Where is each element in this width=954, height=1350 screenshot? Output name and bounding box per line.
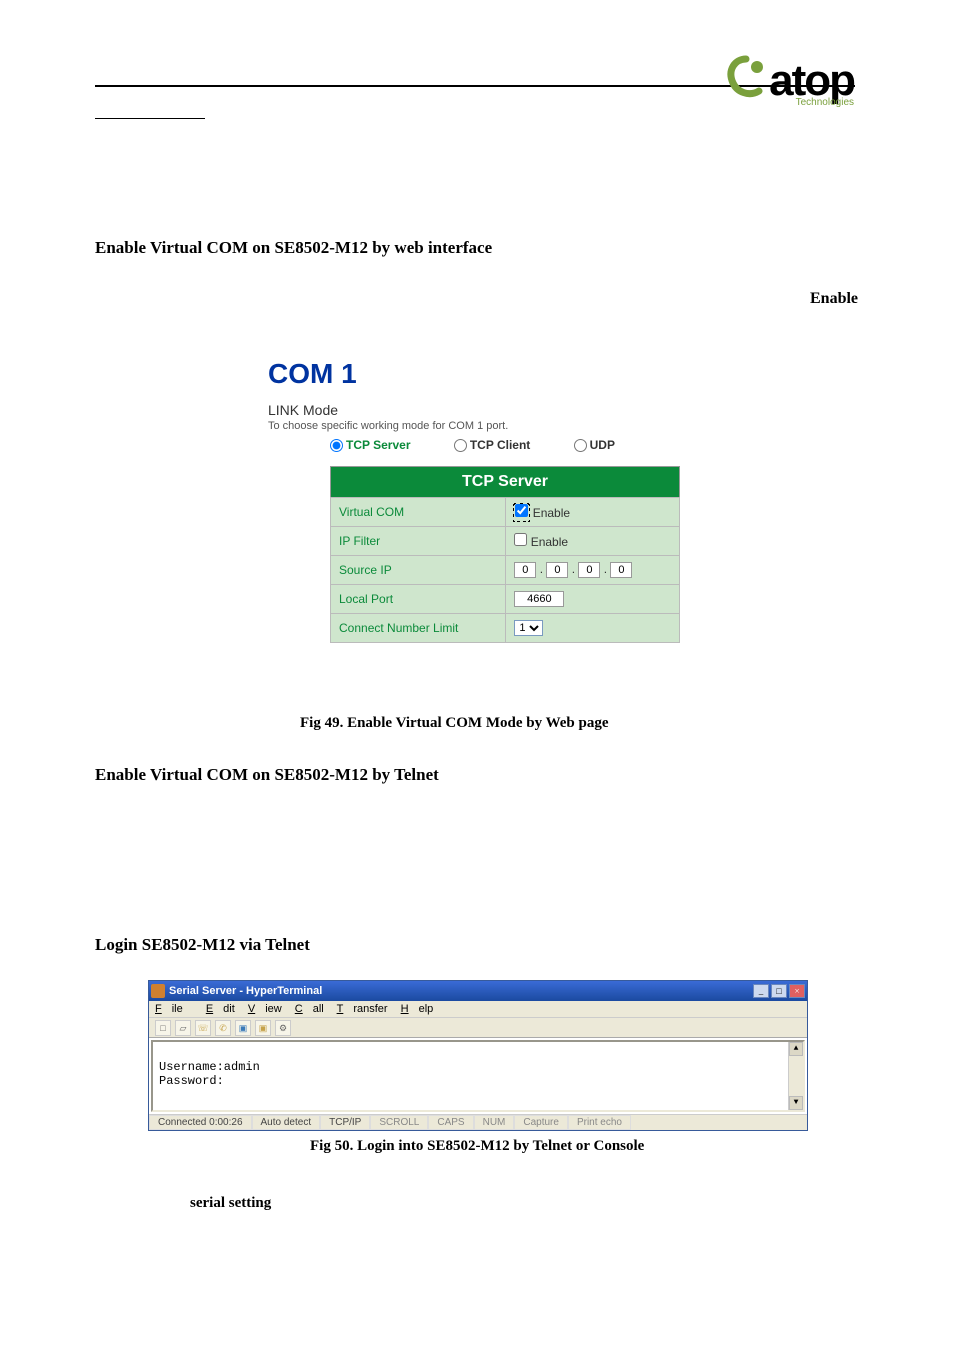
properties-icon[interactable]: ⚙ — [275, 1020, 291, 1036]
table-row: Virtual COM Enable — [331, 498, 680, 527]
menu-file[interactable]: File — [155, 1003, 193, 1015]
logo: atop Technologies — [723, 55, 854, 106]
radio-tcp-client-label: TCP Client — [470, 438, 530, 452]
status-connected: Connected 0:00:26 — [149, 1115, 252, 1130]
tcp-server-table: TCP Server Virtual COM Enable IP Filter … — [330, 466, 680, 643]
virtual-com-label: Virtual COM — [331, 498, 506, 527]
status-capture: Capture — [514, 1115, 568, 1130]
logo-swirl-icon — [723, 55, 769, 106]
window-title: Serial Server - HyperTerminal — [169, 985, 322, 997]
table-row: Local Port — [331, 585, 680, 614]
enable-label-right: Enable — [810, 290, 858, 308]
ip-filter-enable-text: Enable — [531, 535, 568, 549]
source-ip-octet-1[interactable] — [546, 562, 568, 578]
terminal-line-2: Password: — [159, 1074, 797, 1088]
com1-heading: COM 1 — [260, 352, 688, 390]
hyperterminal-window: Serial Server - HyperTerminal _ □ × File… — [148, 980, 808, 1131]
table-row: Source IP . . . — [331, 556, 680, 585]
scroll-down-icon[interactable]: ▼ — [789, 1096, 803, 1110]
virtual-com-enable-text: Enable — [533, 506, 570, 520]
menu-view[interactable]: View — [248, 1003, 282, 1015]
radio-udp-input[interactable] — [574, 439, 587, 452]
hangup-icon[interactable]: ✆ — [215, 1020, 231, 1036]
minimize-button[interactable]: _ — [753, 984, 769, 998]
ip-filter-checkbox[interactable] — [514, 533, 527, 546]
virtual-com-checkbox[interactable] — [515, 504, 528, 517]
app-icon — [151, 984, 165, 998]
ip-filter-label: IP Filter — [331, 527, 506, 556]
menu-bar: File Edit View Call Transfer Help — [149, 1001, 807, 1018]
open-icon[interactable]: ▱ — [175, 1020, 191, 1036]
menu-help[interactable]: Help — [401, 1003, 434, 1015]
window-titlebar: Serial Server - HyperTerminal _ □ × — [149, 981, 807, 1001]
source-ip-octet-0[interactable] — [514, 562, 536, 578]
new-doc-icon[interactable]: □ — [155, 1020, 171, 1036]
send-icon[interactable]: ▣ — [235, 1020, 251, 1036]
conn-limit-label: Connect Number Limit — [331, 614, 506, 643]
local-port-label: Local Port — [331, 585, 506, 614]
radio-udp-label: UDP — [590, 438, 615, 452]
link-mode-radios: TCP Server TCP Client UDP — [260, 432, 688, 466]
source-ip-octet-2[interactable] — [578, 562, 600, 578]
local-port-input[interactable] — [514, 591, 564, 607]
section-enable-web: Enable Virtual COM on SE8502-M12 by web … — [95, 238, 492, 258]
receive-icon[interactable]: ▣ — [255, 1020, 271, 1036]
radio-tcp-server-input[interactable] — [330, 439, 343, 452]
serial-setting-label: serial setting — [190, 1195, 271, 1212]
status-proto: TCP/IP — [320, 1115, 370, 1130]
table-row: Connect Number Limit 1 — [331, 614, 680, 643]
source-ip-label: Source IP — [331, 556, 506, 585]
fig50-caption: Fig 50. Login into SE8502-M12 by Telnet … — [310, 1138, 644, 1155]
status-scroll: SCROLL — [370, 1115, 428, 1130]
source-ip-octet-3[interactable] — [610, 562, 632, 578]
status-echo: Print echo — [568, 1115, 631, 1130]
radio-tcp-server-label: TCP Server — [346, 438, 410, 452]
link-mode-desc: To choose specific working mode for COM … — [260, 418, 688, 432]
table-row: IP Filter Enable — [331, 527, 680, 556]
terminal-line-1: Username:admin — [159, 1060, 797, 1074]
toolbar: □ ▱ ☏ ✆ ▣ ▣ ⚙ — [149, 1018, 807, 1038]
logo-subtext: Technologies — [796, 97, 854, 108]
status-detect: Auto detect — [252, 1115, 321, 1130]
status-caps: CAPS — [428, 1115, 473, 1130]
radio-tcp-client[interactable]: TCP Client — [454, 438, 530, 452]
section-login-telnet: Login SE8502-M12 via Telnet — [95, 935, 310, 955]
menu-transfer[interactable]: Transfer — [337, 1003, 388, 1015]
maximize-button[interactable]: □ — [771, 984, 787, 998]
menu-call[interactable]: Call — [295, 1003, 324, 1015]
radio-tcp-server[interactable]: TCP Server — [330, 438, 410, 452]
status-num: NUM — [474, 1115, 515, 1130]
status-bar: Connected 0:00:26 Auto detect TCP/IP SCR… — [149, 1114, 807, 1130]
close-button[interactable]: × — [789, 984, 805, 998]
link-mode-label: LINK Mode — [260, 390, 688, 418]
conn-limit-select[interactable]: 1 — [514, 620, 543, 636]
tcp-server-header: TCP Server — [331, 467, 680, 498]
fig49-caption: Fig 49. Enable Virtual COM Mode by Web p… — [300, 715, 609, 732]
radio-udp[interactable]: UDP — [574, 438, 615, 452]
section-enable-telnet: Enable Virtual COM on SE8502-M12 by Teln… — [95, 765, 439, 785]
menu-edit[interactable]: Edit — [206, 1003, 235, 1015]
terminal-body[interactable]: Username:admin Password: ▲ ▼ — [151, 1040, 805, 1112]
phone-icon[interactable]: ☏ — [195, 1020, 211, 1036]
radio-tcp-client-input[interactable] — [454, 439, 467, 452]
scroll-up-icon[interactable]: ▲ — [789, 1042, 803, 1056]
fig49-panel: COM 1 LINK Mode To choose specific worki… — [260, 352, 688, 643]
scrollbar[interactable]: ▲ ▼ — [788, 1042, 803, 1110]
